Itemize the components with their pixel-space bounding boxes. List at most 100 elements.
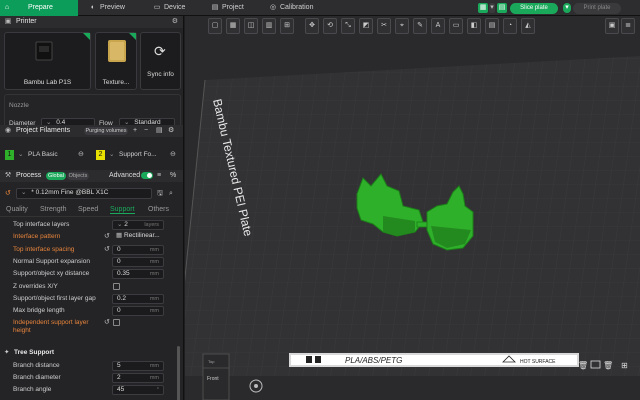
setting-value: 0.35 <box>117 270 130 278</box>
setting-unit: mm <box>149 246 159 253</box>
reset-profile-icon[interactable]: ↺ <box>5 189 11 198</box>
setting-label: Interface pattern <box>13 233 61 241</box>
print-dropdown-icon[interactable]: ▾ <box>563 3 571 13</box>
setting-input[interactable]: 0.2 mm <box>112 293 164 304</box>
sidebar-scrollbar[interactable] <box>177 346 180 400</box>
reset-setting-icon[interactable]: ↺ <box>104 318 110 327</box>
setting-input[interactable]: 0.35 mm <box>112 269 164 280</box>
tree-setting-value: 2 <box>117 374 121 381</box>
printer-card-corner <box>83 33 90 40</box>
tab-others[interactable]: Others <box>148 206 169 213</box>
tab-preview[interactable]: ◐ Preview <box>86 0 146 16</box>
delete-plate-icon[interactable]: 🗑 <box>578 361 588 370</box>
sync-icon: ⟳ <box>154 43 166 59</box>
tab-device[interactable]: ▭ Device <box>150 0 200 16</box>
plate-tools[interactable]: 🗑 🗑 ⊞ <box>578 360 628 370</box>
reset-setting-icon[interactable]: ↺ <box>104 232 110 241</box>
project-icon: ▤ <box>211 4 219 11</box>
setting-label-continued: height <box>13 327 31 335</box>
tab-project-label: Project <box>222 4 244 11</box>
tab-project[interactable]: ▤ Project <box>208 0 258 16</box>
tab-prepare[interactable]: ⌂ Prepare <box>0 0 78 16</box>
setting-input[interactable]: ⌄ 2 layers <box>112 220 164 230</box>
purging-volumes-button[interactable]: Purging volumes <box>84 127 128 135</box>
tab-speed[interactable]: Speed <box>78 206 98 213</box>
setting-value: 0 <box>117 307 121 315</box>
tab-calibration[interactable]: ◎ Calibration <box>266 0 336 16</box>
tab-quality[interactable]: Quality <box>6 206 28 213</box>
printer-icon: ▣ <box>4 18 12 25</box>
setting-value: 0.2 <box>117 294 127 302</box>
tree-setting-label: Branch angle <box>13 386 52 393</box>
remove-filament-icon[interactable]: − <box>144 125 148 137</box>
top-toolbar: ⌂ Prepare ◐ Preview ▭ Device ▤ Project ◎… <box>0 0 640 16</box>
filament-1-remove-icon[interactable]: ⊖ <box>78 150 84 159</box>
view-cube-top: Top <box>208 359 215 364</box>
filament-2-swatch[interactable]: 2 <box>96 150 105 160</box>
3d-viewport[interactable]: ▢ ▦ ◫ ▥ ⊞ ✥ ⟲ ⤡ ◩ ✂ ⌖ ✎ A ▭ ◧ ▤ ◔ ◭ ▣ ≣ … <box>185 16 640 400</box>
setting-checkbox[interactable] <box>113 319 120 327</box>
filament-1-chevron-icon[interactable]: ⌄ <box>18 150 23 159</box>
advanced-label: Advanced <box>109 172 141 179</box>
global-toggle[interactable]: Global <box>46 172 66 180</box>
advanced-switch[interactable] <box>141 172 153 179</box>
filament-list-icon[interactable]: ▤ <box>156 125 163 137</box>
filament-settings-icon[interactable]: ⚙ <box>168 125 174 137</box>
preview-icon: ◐ <box>90 4 96 11</box>
setting-checkbox[interactable] <box>113 282 120 290</box>
gear-icon[interactable]: ⚙ <box>172 16 178 28</box>
print-plate-button[interactable]: Print plate <box>573 3 621 14</box>
plate-slice-icon[interactable]: ▤ <box>497 3 507 13</box>
setting-label: Normal Support expansion <box>13 257 90 265</box>
filament-icon: ◉ <box>4 127 12 134</box>
tab-support[interactable]: Support <box>110 206 135 214</box>
nozzle-title: Nozzle <box>9 102 29 109</box>
view-cube[interactable]: Top Front <box>202 353 230 400</box>
objects-toggle[interactable]: Objects <box>67 172 89 180</box>
search-icon[interactable]: ⌕ <box>169 189 173 198</box>
process-profile-select[interactable]: ⌄ * 0.12mm Fine @BBL X1C <box>16 188 152 199</box>
tree-support-title: Tree Support <box>14 349 55 356</box>
sync-info-label: Sync info <box>147 71 174 78</box>
setting-input[interactable]: 0 mm <box>112 306 164 317</box>
interface-pattern-select[interactable]: ▦ Rectilinear... <box>112 232 164 243</box>
setting-input[interactable]: 0 mm <box>112 256 164 267</box>
tab-strength[interactable]: Strength <box>40 206 66 213</box>
tree-setting-unit: mm <box>149 363 159 369</box>
setting-unit: mm <box>149 271 159 278</box>
compare-icon[interactable]: ≡ <box>157 170 161 182</box>
filaments-section-title: Project Filaments <box>16 127 71 134</box>
setting-input[interactable]: 0 mm <box>112 244 164 255</box>
filaments-header: ◉ Project Filaments Purging volumes + − … <box>0 125 183 137</box>
lock-plate-icon[interactable]: 🗑 <box>603 361 613 370</box>
tree-setting-input[interactable]: 5 mm <box>112 361 164 371</box>
tab-prepare-label: Prepare <box>28 4 53 11</box>
setting-value: 0 <box>117 257 121 265</box>
navigate-icon[interactable] <box>249 379 263 393</box>
setting-unit: mm <box>149 295 159 302</box>
sync-info-button[interactable]: ⟳ Sync info <box>140 32 181 90</box>
reset-setting-icon[interactable]: ↺ <box>104 245 110 254</box>
tab-preview-label: Preview <box>100 4 125 11</box>
tree-setting-input[interactable]: 45 ° <box>112 385 164 395</box>
arrange-plate-icon[interactable]: ⊞ <box>621 361 628 370</box>
tree-setting-input[interactable]: 2 mm <box>112 373 164 383</box>
tab-calibration-label: Calibration <box>280 4 314 11</box>
slice-all-icon[interactable]: ▦ <box>478 3 488 13</box>
percent-icon[interactable]: % <box>170 170 176 182</box>
add-filament-icon[interactable]: + <box>133 125 137 137</box>
setting-unit: mm <box>149 258 159 265</box>
settings-tabs: Quality Strength Speed Support Others <box>0 206 183 216</box>
printer-card[interactable]: Bambu Lab P1S <box>4 32 91 90</box>
slice-plate-button[interactable]: Slice plate <box>510 3 558 14</box>
save-profile-icon[interactable]: 🖫 <box>157 189 163 198</box>
filament-2-chevron-icon[interactable]: ⌄ <box>109 150 114 159</box>
filament-1-name: PLA Basic <box>28 151 58 158</box>
filament-1-swatch[interactable]: 1 <box>5 150 14 160</box>
printer-thumbnail-icon <box>35 41 53 61</box>
build-plate[interactable]: Bambu Textured PEI Plate PLA/ABS/PETG HO… <box>185 16 640 400</box>
filament-2-remove-icon[interactable]: ⊖ <box>170 150 176 159</box>
home-icon: ⌂ <box>4 4 10 11</box>
plate-card[interactable]: Texture... <box>95 32 137 90</box>
slice-dropdown-icon[interactable]: ▾ <box>489 3 495 13</box>
